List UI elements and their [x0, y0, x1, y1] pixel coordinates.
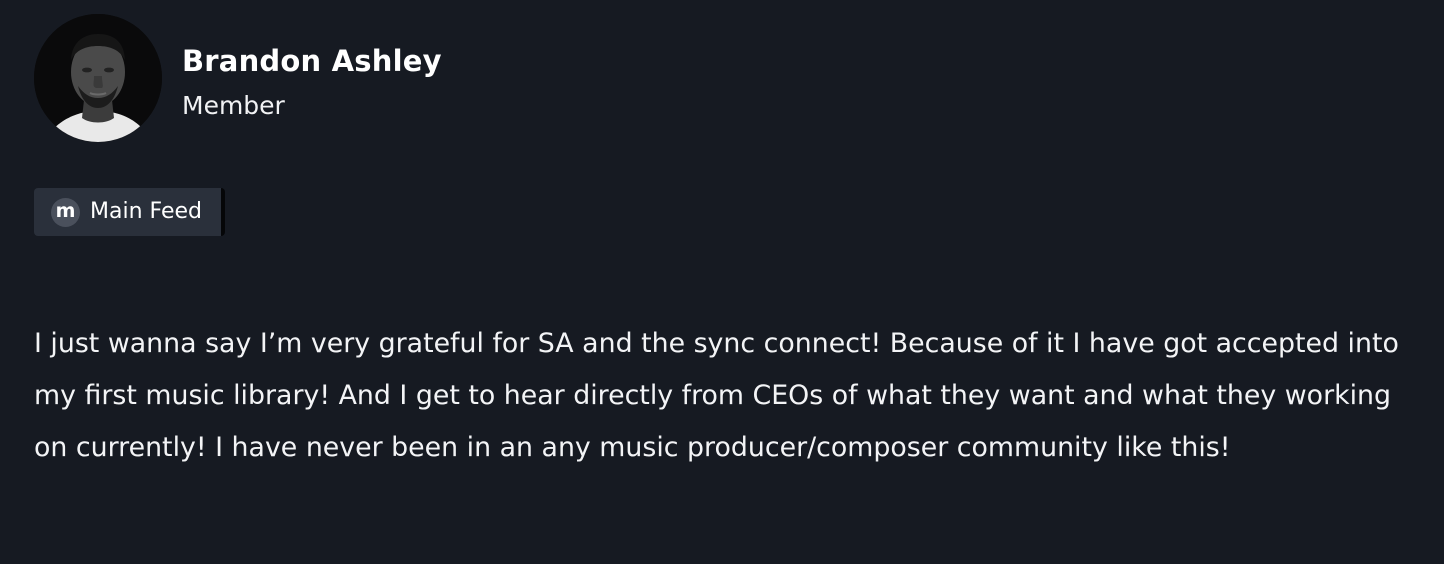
post-card: Brandon Ashley Member m Main Feed I just…	[0, 0, 1444, 564]
author-role: Member	[182, 91, 285, 120]
avatar[interactable]	[34, 14, 162, 142]
author-name[interactable]: Brandon Ashley	[182, 44, 442, 78]
post-body-text: I just wanna say I’m very grateful for S…	[34, 328, 1399, 463]
community-logo-icon: m	[51, 198, 80, 227]
avatar-photo	[34, 14, 162, 142]
main-feed-chip[interactable]: m Main Feed	[34, 188, 225, 236]
feed-chip-label: Main Feed	[90, 199, 202, 224]
